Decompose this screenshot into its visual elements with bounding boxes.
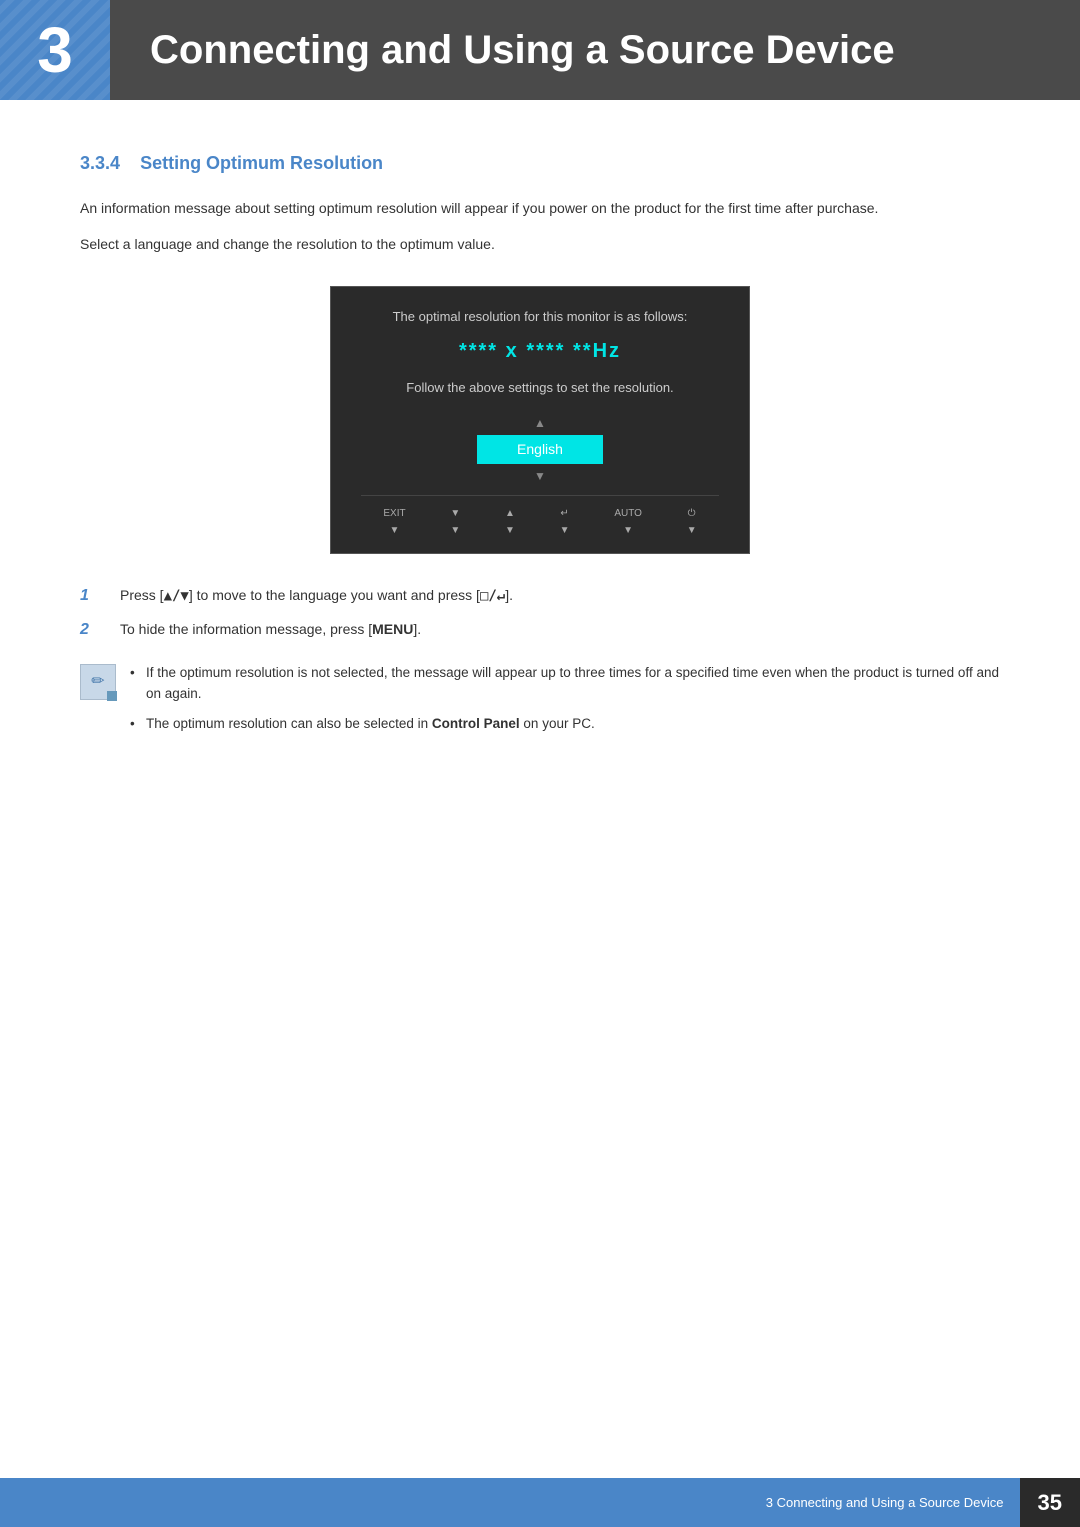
note-item-1: If the optimum resolution is not selecte… [130,662,1000,705]
note-item-2: The optimum resolution can also be selec… [130,713,1000,735]
up-icon: ▲ [505,506,515,521]
step-1: 1 Press [▲/▼] to move to the language yo… [80,584,1000,608]
exit-arrow-icon: ▼ [390,523,400,538]
note-section: ✏ If the optimum resolution is not selec… [80,662,1000,743]
section-heading: 3.3.4 Setting Optimum Resolution [80,150,1000,177]
up-arrow-small: ▼ [505,523,515,538]
monitor-down-btn: ▼ ▼ [450,506,460,538]
monitor-auto-btn: AUTO ▼ [614,506,642,538]
note-bullets-list: If the optimum resolution is not selecte… [130,662,1000,743]
monitor-dialog-box: The optimal resolution for this monitor … [330,286,750,554]
chapter-title-block: Connecting and Using a Source Device [110,0,1080,100]
monitor-resolution-text: **** x **** **Hz [361,336,719,366]
chapter-number: 3 [37,2,73,98]
down-icon: ▼ [450,506,460,521]
body-paragraph-1: An information message about setting opt… [80,197,1000,219]
pencil-icon: ✏ [91,670,104,694]
monitor-arrow-down-icon: ▼ [534,467,546,485]
auto-label: AUTO [614,506,642,521]
footer-chapter-text: 3 Connecting and Using a Source Device [750,1478,1020,1527]
monitor-up-btn: ▲ ▼ [505,506,515,538]
monitor-language-bar: English [477,435,603,464]
steps-container: 1 Press [▲/▼] to move to the language yo… [80,584,1000,642]
power-icon: ⏻ [688,506,696,521]
page-footer: 3 Connecting and Using a Source Device 3… [0,1478,1080,1527]
monitor-dialog-line2: Follow the above settings to set the res… [361,378,719,398]
enter-icon: ↵ [560,506,568,521]
note-icon: ✏ [80,664,116,700]
step-2: 2 To hide the information message, press… [80,618,1000,642]
page-header: 3 Connecting and Using a Source Device [0,0,1080,100]
body-paragraph-2: Select a language and change the resolut… [80,233,1000,255]
step-1-text: Press [▲/▼] to move to the language you … [120,584,513,607]
chapter-number-block: 3 [0,0,110,100]
enter-arrow-small: ▼ [560,523,570,538]
power-arrow-small: ▼ [687,523,697,538]
step-1-number: 1 [80,584,110,608]
footer-page-number: 35 [1020,1478,1080,1527]
section-number: 3.3.4 [80,153,120,173]
down-arrow-small: ▼ [450,523,460,538]
main-content: 3.3.4 Setting Optimum Resolution An info… [0,100,1080,823]
step-2-text: To hide the information message, press [… [120,618,421,640]
exit-label: EXIT [383,506,405,521]
step-2-number: 2 [80,618,110,642]
monitor-dialog-line1: The optimal resolution for this monitor … [361,307,719,327]
monitor-power-btn: ⏻ ▼ [687,506,697,538]
section-title: Setting Optimum Resolution [140,153,383,173]
monitor-enter-btn: ↵ ▼ [560,506,570,538]
monitor-exit-btn: EXIT ▼ [383,506,405,538]
monitor-arrow-up-icon: ▲ [534,414,546,432]
monitor-footer-buttons: EXIT ▼ ▼ ▼ ▲ ▼ ↵ ▼ AUTO ▼ ⏻ ▼ [361,495,719,538]
chapter-title: Connecting and Using a Source Device [150,20,895,80]
monitor-language-selector: ▲ English ▼ [361,414,719,485]
auto-arrow-small: ▼ [623,523,633,538]
